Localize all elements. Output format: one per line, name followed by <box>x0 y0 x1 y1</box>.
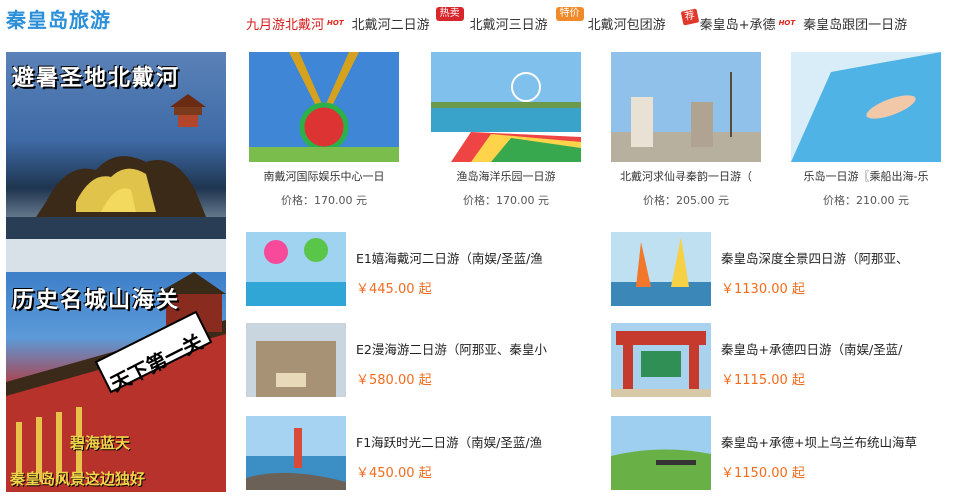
nav-item-label: 北戴河二日游 <box>351 17 430 33</box>
list-item[interactable]: E2漫海游二日游（阿那亚、秦皇小 ￥580.00 起 <box>246 323 596 397</box>
product-price: ￥1130.00 起 <box>721 282 805 297</box>
product-thumbnail[interactable] <box>246 323 346 397</box>
product-card[interactable]: 渔岛海洋乐园一日游 价格：170.00 元 <box>430 52 582 208</box>
nav-item-label: 九月游北戴河 <box>246 17 325 33</box>
nav-item-qhd-day-tour[interactable]: 秦皇岛跟团一日游 <box>803 14 907 33</box>
product-thumbnail[interactable] <box>611 52 761 162</box>
hot-icon: HOT <box>778 19 796 27</box>
hot-icon: HOT <box>327 19 344 27</box>
banner-shanhaiguan[interactable]: 历史名城山海关 天下第一关 碧海蓝天 秦皇岛风景这边独好 <box>6 272 226 492</box>
hot-sale-tag: 热卖 <box>435 6 464 21</box>
banner-slogan: 秦皇岛风景这边独好 <box>10 470 146 488</box>
product-price: ￥1115.00 起 <box>721 373 805 388</box>
nav-item-september[interactable]: 九月游北戴河 <box>246 14 324 33</box>
product-thumbnail[interactable] <box>249 52 399 162</box>
nav-item-label: 北戴河包团游 <box>587 17 666 33</box>
product-price: ￥580.00 起 <box>356 373 432 388</box>
product-card[interactable]: 南戴河国际娱乐中心一日 价格：170.00 元 <box>248 52 400 208</box>
product-thumbnail[interactable] <box>611 323 711 397</box>
banner-beidaihe[interactable]: 避暑圣地北戴河 <box>6 52 226 272</box>
nav-item-qhd-chengde[interactable]: 秦皇岛+承德 <box>700 14 776 33</box>
banner-caption: 历史名城山海关 <box>12 287 181 313</box>
product-thumbnail[interactable] <box>246 232 346 306</box>
product-price: 价格：210.00 元 <box>823 194 909 207</box>
product-name[interactable]: 南戴河国际娱乐中心一日 <box>248 168 400 184</box>
nav-item-label: 秦皇岛+承德 <box>699 17 776 33</box>
list-item[interactable]: E1嬉海戴河二日游（南娱/圣蓝/渔 ￥445.00 起 <box>246 232 596 306</box>
product-thumbnail[interactable] <box>611 416 711 490</box>
product-card[interactable]: 乐岛一日游〖乘船出海-乐 价格：210.00 元 <box>790 52 942 208</box>
nav-item-label: 秦皇岛跟团一日游 <box>803 17 908 33</box>
product-thumbnail[interactable] <box>246 416 346 490</box>
nav-item-label: 北戴河三日游 <box>469 17 548 33</box>
nav-item-beidaihe-3day[interactable]: 北戴河三日游 特价 <box>469 6 584 33</box>
recommend-tag: 荐 <box>680 7 699 26</box>
product-price: ￥1150.00 起 <box>721 466 805 481</box>
product-thumbnail[interactable] <box>791 52 941 162</box>
nav-item-beidaihe-group[interactable]: 北戴河包团游 荐 <box>587 7 699 33</box>
list-item[interactable]: 秦皇岛+承德四日游（南娱/圣蓝/ ￥1115.00 起 <box>611 323 954 397</box>
banner-caption: 避暑圣地北戴河 <box>12 65 181 91</box>
list-item[interactable]: 秦皇岛深度全景四日游（阿那亚、 ￥1130.00 起 <box>611 232 954 306</box>
special-price-tag: 特价 <box>555 6 584 21</box>
product-name[interactable]: 渔岛海洋乐园一日游 <box>430 168 582 184</box>
list-item[interactable]: 秦皇岛+承德+坝上乌兰布统山海草 ￥1150.00 起 <box>611 416 954 490</box>
nav-item-beidaihe-2day[interactable]: 北戴河二日游 热卖 <box>351 6 464 33</box>
product-price: 价格：170.00 元 <box>281 194 367 207</box>
product-price: 价格：170.00 元 <box>463 194 549 207</box>
product-title[interactable]: F1海跃时光二日游（南娱/圣蓝/渔 <box>356 432 584 451</box>
product-price: 价格：205.00 元 <box>643 194 729 207</box>
top-nav: 九月游北戴河 HOT 北戴河二日游 热卖 北戴河三日游 特价 北戴河包团游 荐 … <box>246 6 907 36</box>
product-title[interactable]: 秦皇岛+承德四日游（南娱/圣蓝/ <box>721 339 949 358</box>
product-title[interactable]: E1嬉海戴河二日游（南娱/圣蓝/渔 <box>356 248 584 267</box>
product-title[interactable]: 秦皇岛+承德+坝上乌兰布统山海草 <box>721 432 949 451</box>
product-thumbnail[interactable] <box>611 232 711 306</box>
banner-subtitle: 碧海蓝天 <box>70 434 131 452</box>
site-title[interactable]: 秦皇岛旅游 <box>6 4 111 33</box>
product-thumbnail[interactable] <box>431 52 581 162</box>
product-name[interactable]: 北戴河求仙寻秦韵一日游（ <box>610 168 762 184</box>
product-title[interactable]: 秦皇岛深度全景四日游（阿那亚、 <box>721 248 949 267</box>
product-price: ￥445.00 起 <box>356 282 432 297</box>
product-price: ￥450.00 起 <box>356 466 432 481</box>
product-title[interactable]: E2漫海游二日游（阿那亚、秦皇小 <box>356 339 584 358</box>
product-name[interactable]: 乐岛一日游〖乘船出海-乐 <box>790 168 942 184</box>
list-item[interactable]: F1海跃时光二日游（南娱/圣蓝/渔 ￥450.00 起 <box>246 416 596 490</box>
product-card[interactable]: 北戴河求仙寻秦韵一日游（ 价格：205.00 元 <box>610 52 762 208</box>
